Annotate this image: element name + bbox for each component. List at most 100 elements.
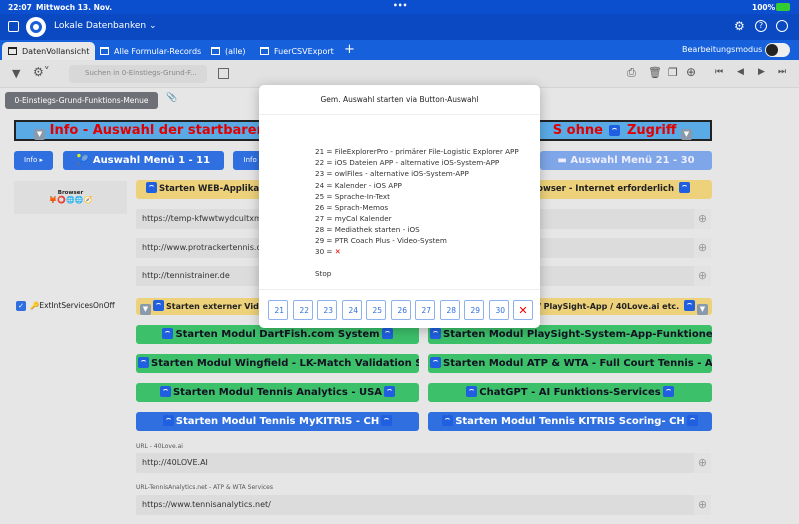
tab-label: DatenVollansicht [22, 46, 90, 56]
globe-icon[interactable]: ⊕ [694, 495, 711, 515]
40love-url-field[interactable]: http://40LOVE.AI ⊕ [136, 453, 711, 473]
option-30-button[interactable]: 30 [489, 300, 509, 320]
trash-icon[interactable]: 🗑 [648, 66, 662, 79]
down-icon: ▼ [680, 129, 692, 140]
wifi-icon [609, 125, 621, 136]
globe-icon[interactable]: ⊕ [694, 209, 711, 229]
dialog-line: 29 = PTR Coach Plus - Video-System [315, 236, 447, 245]
banner-text: Info - Auswahl der startbaren i [49, 123, 275, 138]
field-label: URL - 40Love.ai [136, 443, 183, 450]
globe-icon[interactable]: ⊕ [694, 238, 711, 258]
dialog-line: 22 = iOS Dateien APP - alternative iOS-S… [315, 158, 500, 167]
tennis-analytics-button[interactable]: Starten Modul Tennis Analytics - USA [136, 383, 419, 402]
tab-label: (alle) [225, 46, 246, 56]
battery-text: 100% [752, 3, 776, 12]
add-record-icon[interactable]: ⊕ [686, 65, 696, 79]
globe-icon[interactable]: ⊕ [694, 453, 711, 473]
add-tab-button[interactable]: + [344, 42, 355, 57]
option-24-button[interactable]: 24 [342, 300, 362, 320]
globe-icon[interactable]: ⊕ [694, 266, 711, 286]
dialog-line: 28 = Mediathek starten - iOS [315, 225, 420, 234]
cross-icon: ✕ [334, 247, 341, 256]
tab-label: Alle Formular-Records [114, 46, 202, 56]
attachment-icon[interactable]: 📎 [166, 93, 177, 103]
user-icon[interactable] [776, 20, 788, 32]
document-icon [8, 47, 17, 55]
option-28-button[interactable]: 28 [440, 300, 460, 320]
help-icon[interactable]: ? [755, 20, 767, 32]
option-22-button[interactable]: 22 [293, 300, 313, 320]
database-selector[interactable]: Lokale Datenbanken ⌄ [54, 21, 157, 31]
tab-label: FuerCSVExport [274, 46, 334, 56]
battery-icon [776, 3, 790, 11]
sidebar-toggle-icon[interactable] [8, 21, 19, 32]
field-label: URL-TennisAnalytics.net - ATP & WTA Serv… [136, 484, 273, 491]
dialog-buttons: 21 22 23 24 25 26 27 28 29 30 ✕ [259, 289, 540, 328]
dialog-line: 26 = Sprach-Memos [315, 203, 389, 212]
status-time: 22:07 [8, 3, 32, 12]
tab-alle[interactable]: (alle) [205, 42, 252, 60]
down-icon: ▼ [34, 129, 46, 140]
down-icon: ▼ [140, 304, 151, 315]
dialog-line: 24 = Kalender - iOS APP [315, 181, 402, 190]
layout-chip[interactable]: 0-Einstiegs-Grund-Funktions-Menue [5, 92, 158, 109]
dialog-line: 21 = FileExplorerPro - primärer File-Log… [315, 147, 519, 156]
dialog-line: 25 = Sprache-In-Text [315, 192, 390, 201]
gear-icon[interactable]: ⚙ [734, 19, 745, 33]
tab-bar: DatenVollansicht Alle Formular-Records (… [0, 40, 799, 60]
app-logo [26, 17, 46, 37]
settings-menu-icon[interactable]: ⚙˅ [33, 65, 50, 79]
last-record-icon[interactable]: ⏭ [778, 67, 786, 77]
option-25-button[interactable]: 25 [366, 300, 386, 320]
status-bar: 22:07 Mittwoch 13. Nov. ••• 100% [0, 0, 799, 14]
dialog-stop: Stop [315, 269, 332, 278]
next-record-icon[interactable]: ▶ [758, 67, 765, 77]
option-26-button[interactable]: 26 [391, 300, 411, 320]
option-23-button[interactable]: 23 [317, 300, 337, 320]
dialog-title: Gem. Auswahl starten via Button-Auswahl [259, 85, 540, 115]
wifi-icon [146, 182, 157, 193]
search-input[interactable]: Suchen in 0-Einstiegs-Grund-F... [69, 65, 207, 83]
dialog-line: 30 = ✕ [315, 247, 341, 256]
wifi-icon [684, 300, 695, 311]
wifi-icon [679, 182, 690, 193]
print-icon[interactable]: ⎙ [627, 66, 636, 80]
table-icon [100, 47, 109, 55]
tab-datenvollansicht[interactable]: DatenVollansicht [2, 42, 96, 60]
status-date: Mittwoch 13. Nov. [36, 3, 113, 12]
mykitris-button[interactable]: Starten Modul Tennis MyKITRIS - CH [136, 412, 419, 431]
atp-wta-button[interactable]: Starten Modul ATP & WTA - Full Court Ten… [428, 354, 712, 373]
tab-alle-formular-records[interactable]: Alle Formular-Records [94, 42, 207, 60]
dialog-line: 27 = myCal Kalender [315, 214, 392, 223]
banner-text: Zugriff [626, 123, 677, 138]
cancel-button[interactable]: ✕ [513, 300, 533, 320]
layout-icon[interactable] [218, 68, 229, 79]
banner-text: S ohne [552, 123, 603, 138]
ext-services-checkbox[interactable]: ✓ [16, 301, 26, 311]
selection-dialog: Gem. Auswahl starten via Button-Auswahl … [259, 85, 540, 328]
down-icon: ▼ [697, 304, 708, 315]
chatgpt-button[interactable]: ChatGPT - AI Funktions-Services [428, 383, 712, 402]
option-27-button[interactable]: 27 [415, 300, 435, 320]
menu-21-30-button[interactable]: ▬ Auswahl Menü 21 - 30 [540, 151, 712, 170]
option-29-button[interactable]: 29 [464, 300, 484, 320]
edit-mode-toggle[interactable] [765, 43, 790, 57]
wingfield-button[interactable]: Starten Modul Wingfield - LK-Match Valid… [136, 354, 419, 373]
dialog-line: 23 = owlFiles - alternative iOS-System-A… [315, 169, 469, 178]
app-header: Lokale Datenbanken ⌄ ⚙ ? [0, 14, 799, 40]
edit-mode-label: Bearbeitungsmodus [682, 45, 763, 54]
filter-icon[interactable]: ▼ [12, 67, 20, 80]
first-record-icon[interactable]: ⏮ [715, 67, 723, 77]
ext-services-label: 🔑ExtIntServicesOnOff [30, 301, 115, 310]
menu-1-11-button[interactable]: 🎾 Auswahl Menü 1 - 11 [63, 151, 224, 170]
tennisanalytics-url-field[interactable]: https://www.tennisanalytics.net/⊕ [136, 495, 711, 515]
multitask-dots-icon[interactable]: ••• [393, 1, 407, 10]
tab-fuercsvexport[interactable]: FuerCSVExport [254, 42, 340, 60]
browser-image[interactable]: Browser 🦊⭕🌐🌐🧭 [14, 181, 127, 214]
duplicate-icon[interactable]: ❐ [668, 66, 678, 79]
table-icon [211, 47, 220, 55]
info-button-1[interactable]: Info ▸ [14, 151, 53, 170]
prev-record-icon[interactable]: ◀ [737, 67, 744, 77]
kitris-scoring-button[interactable]: Starten Modul Tennis KITRIS Scoring- CH [428, 412, 712, 431]
option-21-button[interactable]: 21 [268, 300, 288, 320]
